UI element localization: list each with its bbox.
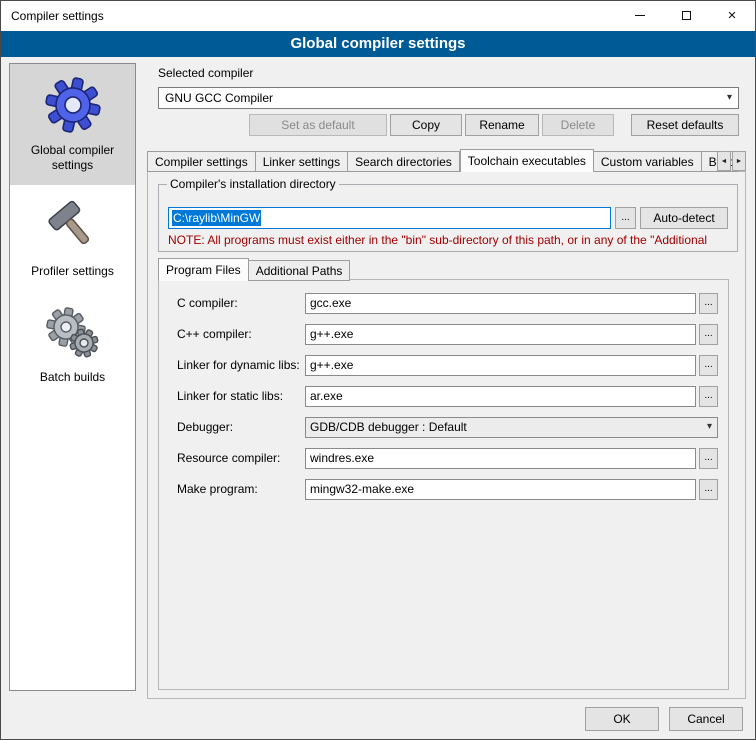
c-compiler-label: C compiler:	[177, 296, 305, 310]
close-icon: ×	[728, 8, 737, 23]
c-compiler-browse-button[interactable]: ...	[699, 293, 718, 314]
rename-button[interactable]: Rename	[465, 114, 539, 136]
set-as-default-button[interactable]: Set as default	[249, 114, 387, 136]
scroll-left-icon: ◄	[721, 158, 728, 165]
tab-search-directories[interactable]: Search directories	[348, 151, 460, 172]
linker-static-value: ar.exe	[310, 389, 343, 403]
debugger-value: GDB/CDB debugger : Default	[310, 420, 467, 434]
delete-button[interactable]: Delete	[542, 114, 614, 136]
toolchain-executables-page: Compiler's installation directory C:\ray…	[147, 171, 746, 699]
installation-directory-input[interactable]: C:\raylib\MinGW	[168, 207, 611, 229]
debugger-dropdown[interactable]: GDB/CDB debugger : Default ▾	[305, 417, 718, 438]
chevron-down-icon: ▾	[707, 421, 712, 432]
field-row-linker-static: Linker for static libs: ar.exe ...	[177, 385, 718, 407]
titlebar[interactable]: Compiler settings ×	[1, 1, 755, 31]
field-row-make-program: Make program: mingw32-make.exe ...	[177, 478, 718, 500]
hammer-icon	[44, 197, 102, 255]
maximize-button[interactable]	[663, 1, 709, 30]
field-row-debugger: Debugger: GDB/CDB debugger : Default ▾	[177, 416, 718, 438]
tab-additional-paths[interactable]: Additional Paths	[249, 260, 351, 281]
make-program-value: mingw32-make.exe	[310, 482, 414, 496]
field-row-resource-compiler: Resource compiler: windres.exe ...	[177, 447, 718, 469]
tab-custom-variables[interactable]: Custom variables	[594, 151, 702, 172]
blue-gear-icon	[44, 76, 102, 134]
reset-defaults-button[interactable]: Reset defaults	[631, 114, 739, 136]
tab-scroll-left-button[interactable]: ◄	[717, 151, 731, 171]
compiler-settings-dialog: Compiler settings × Global compiler sett…	[0, 0, 756, 740]
resource-compiler-input[interactable]: windres.exe	[305, 448, 696, 469]
field-row-linker-dynamic: Linker for dynamic libs: g++.exe ...	[177, 354, 718, 376]
window-controls: ×	[617, 1, 755, 30]
sidebar-item-label: Batch builds	[14, 370, 131, 385]
sidebar-item-label: Global compiler settings	[14, 143, 131, 173]
c-compiler-value: gcc.exe	[310, 296, 351, 310]
program-files-page: C compiler: gcc.exe ... C++ compiler: g+…	[158, 279, 729, 690]
maximize-icon	[682, 11, 691, 20]
linker-static-browse-button[interactable]: ...	[699, 386, 718, 407]
cpp-compiler-value: g++.exe	[310, 327, 353, 341]
make-program-browse-button[interactable]: ...	[699, 479, 718, 500]
resource-compiler-value: windres.exe	[310, 451, 374, 465]
dialog-footer: OK Cancel	[585, 707, 743, 731]
tab-compiler-settings[interactable]: Compiler settings	[147, 151, 256, 172]
selected-compiler-dropdown[interactable]: GNU GCC Compiler ▾	[158, 87, 739, 109]
linker-dynamic-browse-button[interactable]: ...	[699, 355, 718, 376]
make-program-label: Make program:	[177, 482, 305, 496]
installation-directory-browse-button[interactable]: ...	[615, 207, 636, 229]
installation-directory-row: C:\raylib\MinGW ... Auto-detect	[168, 207, 728, 229]
make-program-input[interactable]: mingw32-make.exe	[305, 479, 696, 500]
debugger-label: Debugger:	[177, 420, 305, 434]
auto-detect-button[interactable]: Auto-detect	[640, 207, 728, 229]
installation-directory-value: C:\raylib\MinGW	[172, 210, 261, 226]
tab-program-files[interactable]: Program Files	[158, 258, 249, 281]
sidebar-item-batch-builds[interactable]: Batch builds	[10, 291, 135, 397]
settings-tabstrip: Compiler settings Linker settings Search…	[147, 149, 747, 172]
cpp-compiler-input[interactable]: g++.exe	[305, 324, 696, 345]
linker-dynamic-value: g++.exe	[310, 358, 353, 372]
tab-linker-settings[interactable]: Linker settings	[256, 151, 348, 172]
tab-scroll-arrows: ◄ ►	[717, 151, 746, 171]
linker-dynamic-label: Linker for dynamic libs:	[177, 358, 305, 372]
tab-scroll-right-button[interactable]: ►	[732, 151, 746, 171]
linker-dynamic-input[interactable]: g++.exe	[305, 355, 696, 376]
minimize-icon	[635, 15, 645, 16]
dialog-header: Global compiler settings	[1, 31, 755, 57]
main-panel: Selected compiler GNU GCC Compiler ▾ Set…	[146, 63, 747, 739]
field-row-c-compiler: C compiler: gcc.exe ...	[177, 292, 718, 314]
gray-gears-icon	[44, 303, 102, 361]
cpp-compiler-browse-button[interactable]: ...	[699, 324, 718, 345]
sidebar-item-profiler-settings[interactable]: Profiler settings	[10, 185, 135, 291]
sidebar-item-label: Profiler settings	[14, 264, 131, 279]
ok-button[interactable]: OK	[585, 707, 659, 731]
minimize-button[interactable]	[617, 1, 663, 30]
program-tabstrip: Program Files Additional Paths	[158, 258, 350, 281]
bin-subdirectory-note: NOTE: All programs must exist either in …	[168, 233, 737, 247]
installation-directory-label: Compiler's installation directory	[167, 177, 339, 191]
tab-toolchain-executables[interactable]: Toolchain executables	[460, 149, 594, 172]
linker-static-input[interactable]: ar.exe	[305, 386, 696, 407]
resource-compiler-browse-button[interactable]: ...	[699, 448, 718, 469]
linker-static-label: Linker for static libs:	[177, 389, 305, 403]
c-compiler-input[interactable]: gcc.exe	[305, 293, 696, 314]
chevron-down-icon: ▾	[727, 92, 732, 103]
selected-compiler-label: Selected compiler	[158, 66, 253, 80]
selected-compiler-value: GNU GCC Compiler	[165, 91, 273, 105]
close-button[interactable]: ×	[709, 1, 755, 30]
cancel-button[interactable]: Cancel	[669, 707, 743, 731]
field-row-cpp-compiler: C++ compiler: g++.exe ...	[177, 323, 718, 345]
resource-compiler-label: Resource compiler:	[177, 451, 305, 465]
cpp-compiler-label: C++ compiler:	[177, 327, 305, 341]
window-title: Compiler settings	[1, 9, 104, 23]
sidebar-item-global-compiler-settings[interactable]: Global compiler settings	[10, 64, 135, 185]
scroll-right-icon: ►	[736, 158, 743, 165]
installation-directory-group: Compiler's installation directory C:\ray…	[158, 184, 738, 252]
copy-button[interactable]: Copy	[390, 114, 462, 136]
compiler-button-row: Set as default Copy Rename Delete Reset …	[158, 114, 739, 136]
settings-category-list: Global compiler settings Profiler settin…	[9, 63, 136, 691]
